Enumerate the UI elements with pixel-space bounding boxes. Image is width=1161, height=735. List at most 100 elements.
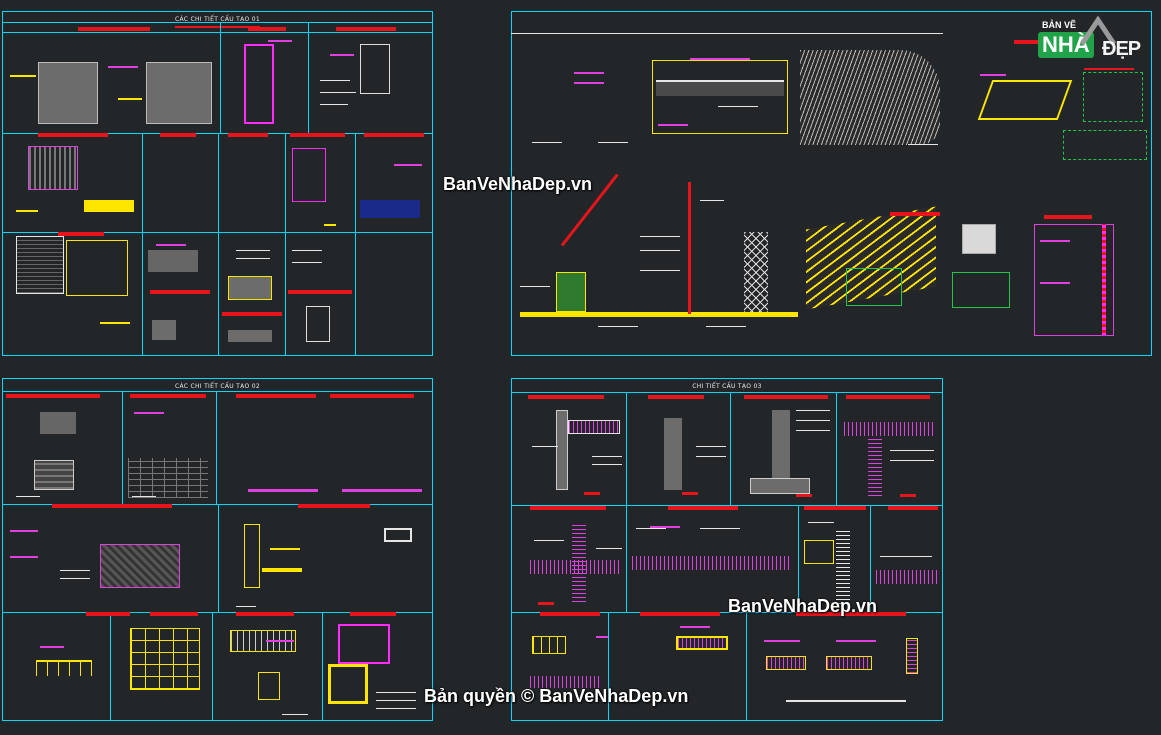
detail-heading-bar [6,394,100,398]
detail-heading-bar [150,612,198,616]
detail-drawing [38,62,98,124]
detail-heading-bar [890,212,940,216]
annotation-line [534,540,564,541]
grid-line [110,612,111,720]
detail-drawing [28,146,78,190]
wall-section [772,410,790,488]
detail-drawing [306,306,330,342]
annotation-line [134,412,164,414]
logo-suffix-text: ĐẸP [1102,38,1141,60]
annotation-line [16,210,38,212]
detail-drawing [244,44,274,124]
detail-drawing [360,44,390,94]
detail-drawing [1102,224,1106,336]
annotation-line [808,522,834,523]
detail-heading-bar [248,27,286,31]
annotation-line [156,244,186,246]
annotation-line [84,200,134,212]
insulation-panel [632,556,792,570]
annotation-line [836,640,876,642]
annotation-line [320,80,350,81]
annotation-line [282,714,308,715]
detail-drawing [676,636,728,650]
detail-heading-bar [160,133,196,137]
grid-line [212,612,213,720]
detail-drawing [66,240,128,296]
sheet-title-03: CHI TIẾT CẤU TẠO 03 [692,383,762,390]
detail-heading-bar [528,395,604,399]
section-label-marker [682,492,698,495]
annotation-line [330,54,354,56]
grid-line [142,133,143,355]
watermark-top: BanVeNhaDep.vn [443,174,593,194]
annotation-line [100,322,130,324]
insulation-panel [836,530,850,604]
annotation-line [320,92,356,93]
detail-drawing [148,250,198,272]
annotation-line [376,700,416,701]
annotation-line [650,526,680,528]
detail-drawing [846,268,902,306]
annotation-line [764,640,800,642]
lift-drawing [744,232,768,312]
detail-heading-bar [804,506,866,510]
detail-drawing [532,636,566,654]
detail-drawing [146,62,212,124]
annotation-line [262,568,302,572]
detail-drawing [360,200,420,218]
annotation-line [796,430,830,431]
detail-heading-bar [540,612,600,616]
detail-drawing [228,276,272,300]
annotation-line [10,556,38,558]
detail-heading-bar [288,290,352,294]
annotation-line [706,326,746,327]
detail-heading-bar [298,504,370,508]
grid-line [626,505,627,612]
detail-heading-bar [290,133,345,137]
grid-line [122,391,123,504]
annotation-line [132,496,156,497]
detail-heading-bar [78,27,150,31]
detail-heading-bar [222,312,282,316]
grid-line [322,612,323,720]
detail-drawing [244,524,260,588]
annotation-line [1040,240,1070,242]
annotation-line [880,556,932,557]
grid-line [218,504,219,612]
annotation-line [266,640,294,642]
detail-drawing [152,320,176,340]
annotation-line [636,528,666,529]
annotation-line [16,496,40,497]
detail-heading-bar [350,612,396,616]
detail-drawing [826,656,872,670]
detail-heading-bar [330,394,414,398]
detail-heading-bar [130,394,206,398]
grid-drawing [130,628,200,690]
detail-heading-bar [236,612,294,616]
annotation-line [700,528,740,529]
grid-line [836,392,837,505]
brand-logo: BẢN VẼ NHÀ ĐẸP [1036,12,1154,68]
annotation-line [268,40,292,42]
insulation-panel [568,420,620,434]
detail-heading-bar [228,133,268,137]
annotation-line [592,464,622,465]
annotation-line [786,700,906,702]
annotation-line [60,578,90,579]
section-label-marker [538,602,554,605]
detail-heading-bar [38,133,108,137]
annotation-line [890,460,934,461]
detail-heading-bar [530,506,606,510]
annotation-line [718,106,758,107]
annotation-line [658,124,688,126]
grid-line [730,392,731,505]
detail-drawing [342,470,422,492]
annotation-line [592,456,622,457]
detail-drawing [34,460,74,490]
annotation-line [640,236,680,237]
ground-line [520,312,798,317]
detail-drawing [656,80,784,96]
grid-line [626,392,627,505]
annotation-line [10,75,36,77]
detail-heading-bar [846,395,930,399]
